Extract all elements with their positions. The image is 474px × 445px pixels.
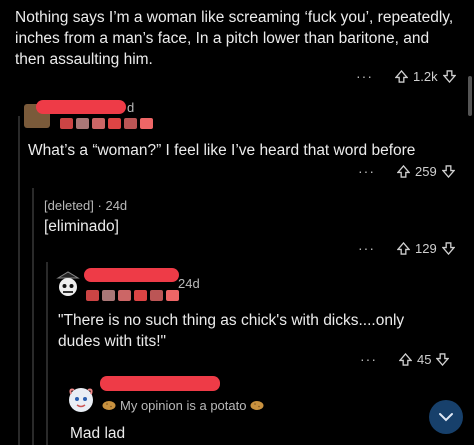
vote-count: 129 — [415, 240, 437, 256]
downvote-icon[interactable] — [436, 352, 450, 366]
user-flair: My opinion is a potato — [102, 398, 264, 413]
scroll-down-button[interactable] — [429, 400, 463, 434]
avatar[interactable] — [54, 270, 82, 298]
scrollbar[interactable] — [468, 76, 472, 116]
downvote-icon[interactable] — [441, 164, 455, 178]
comment-actions: ··· 45 — [360, 351, 450, 367]
redacted-username — [100, 376, 220, 391]
comment-age: 24d — [105, 198, 128, 213]
comment-age: 24d — [178, 276, 200, 291]
downvote-icon[interactable] — [441, 241, 455, 255]
vote-count: 259 — [415, 163, 437, 179]
vote-count: 1.2k — [413, 68, 438, 84]
vote-count: 45 — [417, 351, 432, 367]
comment-actions: ··· 1.2k — [356, 68, 456, 84]
more-icon[interactable]: ··· — [358, 240, 375, 256]
user-flair — [86, 290, 179, 301]
comment-actions: ··· 259 — [358, 163, 455, 179]
more-icon[interactable]: ··· — [360, 351, 377, 367]
downvote-icon[interactable] — [442, 69, 456, 83]
thread-line — [46, 262, 48, 445]
deleted-author: [deleted] — [44, 198, 94, 213]
avatar[interactable] — [66, 384, 96, 414]
username-fragment: d — [127, 100, 135, 115]
redacted-username — [84, 268, 179, 282]
redacted-username — [36, 100, 126, 114]
upvote-icon[interactable] — [397, 164, 410, 178]
comment-text: "There is no such thing as chick's with … — [58, 312, 405, 350]
potato-icon — [102, 401, 116, 410]
comment-text: [eliminado] — [44, 218, 119, 235]
potato-icon — [250, 401, 264, 410]
thread-line — [18, 116, 20, 445]
upvote-icon[interactable] — [395, 69, 408, 83]
flair-text: My opinion is a potato — [120, 398, 247, 413]
thread-line — [32, 188, 34, 445]
separator: · — [97, 198, 102, 213]
user-flair — [60, 118, 153, 129]
upvote-icon[interactable] — [397, 241, 410, 255]
comment-text: Nothing says I’m a woman like screaming … — [15, 9, 454, 68]
comment-header: [deleted] · 24d — [44, 198, 127, 213]
comment-actions: ··· 129 — [358, 240, 455, 256]
more-icon[interactable]: ··· — [356, 68, 373, 84]
more-icon[interactable]: ··· — [358, 163, 375, 179]
chevron-down-icon — [439, 413, 453, 422]
upvote-icon[interactable] — [399, 352, 412, 366]
comment-text: Mad lad — [70, 425, 126, 442]
comment-text: What’s a “woman?” I feel like I’ve heard… — [28, 142, 416, 159]
